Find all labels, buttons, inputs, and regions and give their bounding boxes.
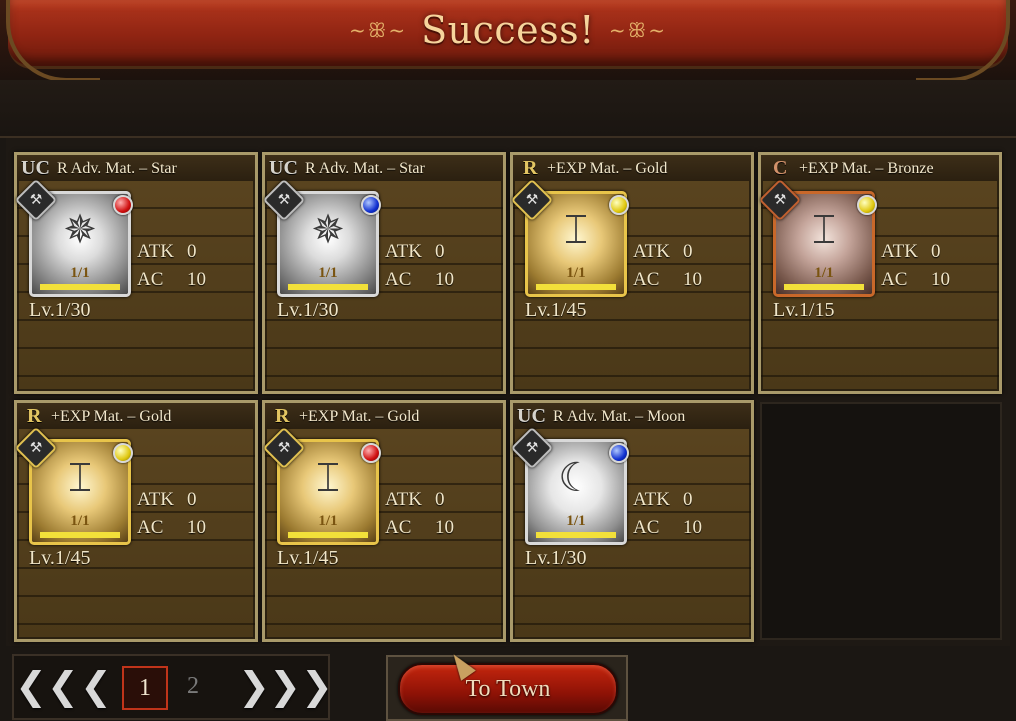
material-card[interactable]: R +EXP Mat. – Gold ⌶ 1/1 ⚒ ATK 0 AC 10 L… xyxy=(510,152,754,394)
red-gem-icon xyxy=(113,195,133,215)
card-progress-bar xyxy=(288,532,368,538)
flourish-right-icon: ~ꕥ~ xyxy=(608,18,667,42)
blue-gem-icon xyxy=(609,443,629,463)
card-progress-bar xyxy=(536,284,616,290)
ac-value: 10 xyxy=(435,269,454,290)
card-count: 1/1 xyxy=(318,265,338,281)
anvil-icon: ⌶ xyxy=(564,207,588,253)
ac-value: 10 xyxy=(931,269,950,290)
yellow-gem-icon xyxy=(857,195,877,215)
material-card[interactable]: UC R Adv. Mat. – Moon ☾ 1/1 ⚒ ATK 0 AC 1… xyxy=(510,400,754,642)
card-count: 1/1 xyxy=(814,265,834,281)
card-level: Lv.1/30 xyxy=(277,299,339,321)
rarity-label: C xyxy=(773,157,788,179)
card-count: 1/1 xyxy=(566,265,586,281)
rarity-label: UC xyxy=(21,157,50,179)
header: ~ꕥ~ Success! ~ꕥ~ xyxy=(0,0,1016,82)
card-level: Lv.1/45 xyxy=(525,299,587,321)
atk-value: 0 xyxy=(187,241,197,262)
town-button-frame: To Town xyxy=(386,655,628,721)
ac-label: AC xyxy=(137,517,164,538)
ac-value: 10 xyxy=(187,517,206,538)
card-name: R Adv. Mat. – Star xyxy=(57,160,177,177)
atk-label: ATK xyxy=(385,489,422,510)
material-card[interactable]: R +EXP Mat. – Gold ⌶ 1/1 ⚒ ATK 0 AC 10 L… xyxy=(14,400,258,642)
card-name: +EXP Mat. – Gold xyxy=(51,408,172,425)
ac-value: 10 xyxy=(683,269,702,290)
chevron-right-icon[interactable]: ❯ xyxy=(234,664,274,708)
star-mace-icon: ✵ xyxy=(311,207,345,253)
rarity-label: UC xyxy=(517,405,546,427)
moon-mace-icon: ☾ xyxy=(558,455,594,501)
card-count: 1/1 xyxy=(318,513,338,529)
atk-value: 0 xyxy=(683,241,693,262)
rarity-label: R xyxy=(27,405,42,427)
atk-label: ATK xyxy=(881,241,918,262)
double-chevron-left-icon[interactable]: ❮❮ xyxy=(15,664,79,708)
card-name: +EXP Mat. – Gold xyxy=(299,408,420,425)
ac-label: AC xyxy=(633,517,660,538)
yellow-gem-icon xyxy=(609,195,629,215)
ac-label: AC xyxy=(385,517,412,538)
ac-label: AC xyxy=(385,269,412,290)
red-gem-icon xyxy=(361,443,381,463)
material-card[interactable]: C +EXP Mat. – Bronze ⌶ 1/1 ⚒ ATK 0 AC 10… xyxy=(758,152,1002,394)
rarity-label: R xyxy=(275,405,290,427)
ac-value: 10 xyxy=(435,517,454,538)
to-town-button[interactable]: To Town xyxy=(398,663,618,715)
atk-label: ATK xyxy=(137,241,174,262)
card-count: 1/1 xyxy=(566,513,586,529)
material-card[interactable]: UC R Adv. Mat. – Star ✵ 1/1 ⚒ ATK 0 AC 1… xyxy=(262,152,506,394)
material-card[interactable]: UC R Adv. Mat. – Star ✵ 1/1 ⚒ ATK 0 AC 1… xyxy=(14,152,258,394)
rarity-label: R xyxy=(523,157,538,179)
card-progress-bar xyxy=(288,284,368,290)
card-progress-bar xyxy=(536,532,616,538)
header-subbar xyxy=(0,80,1016,138)
card-count: 1/1 xyxy=(70,513,90,529)
card-level: Lv.1/30 xyxy=(525,547,587,569)
card-name: R Adv. Mat. – Star xyxy=(305,160,425,177)
atk-label: ATK xyxy=(633,489,670,510)
pager: ❮❮ ❮ 1 2 ❯ ❯❯ xyxy=(12,654,333,720)
ac-value: 10 xyxy=(683,517,702,538)
double-chevron-right-icon[interactable]: ❯❯ xyxy=(269,664,333,708)
anvil-icon: ⌶ xyxy=(812,207,836,253)
empty-card-slot xyxy=(760,402,1002,640)
card-level: Lv.1/30 xyxy=(29,299,91,321)
atk-value: 0 xyxy=(435,489,445,510)
atk-value: 0 xyxy=(187,489,197,510)
card-level: Lv.1/45 xyxy=(277,547,339,569)
ac-label: AC xyxy=(881,269,908,290)
ac-label: AC xyxy=(633,269,660,290)
card-level: Lv.1/15 xyxy=(773,299,835,321)
atk-label: ATK xyxy=(137,489,174,510)
card-name: +EXP Mat. – Bronze xyxy=(799,160,934,177)
blue-gem-icon xyxy=(361,195,381,215)
card-level: Lv.1/45 xyxy=(29,547,91,569)
card-progress-bar xyxy=(40,284,120,290)
anvil-icon: ⌶ xyxy=(316,455,340,501)
atk-value: 0 xyxy=(683,489,693,510)
yellow-gem-icon xyxy=(113,443,133,463)
card-progress-bar xyxy=(40,532,120,538)
atk-value: 0 xyxy=(435,241,445,262)
anvil-icon: ⌶ xyxy=(68,455,92,501)
page-title: Success! xyxy=(421,8,595,52)
ac-value: 10 xyxy=(187,269,206,290)
card-name: R Adv. Mat. – Moon xyxy=(553,408,686,425)
card-progress-bar xyxy=(784,284,864,290)
atk-label: ATK xyxy=(385,241,422,262)
star-mace-icon: ✵ xyxy=(63,207,97,253)
atk-value: 0 xyxy=(931,241,941,262)
card-name: +EXP Mat. – Gold xyxy=(547,160,668,177)
material-card[interactable]: R +EXP Mat. – Gold ⌶ 1/1 ⚒ ATK 0 AC 10 L… xyxy=(262,400,506,642)
ac-label: AC xyxy=(137,269,164,290)
chevron-left-icon[interactable]: ❮ xyxy=(76,664,116,708)
rarity-label: UC xyxy=(269,157,298,179)
page-button-2[interactable]: 2 xyxy=(172,666,214,706)
card-count: 1/1 xyxy=(70,265,90,281)
page-button-1[interactable]: 1 xyxy=(122,666,168,710)
atk-label: ATK xyxy=(633,241,670,262)
flourish-left-icon: ~ꕥ~ xyxy=(349,18,408,42)
